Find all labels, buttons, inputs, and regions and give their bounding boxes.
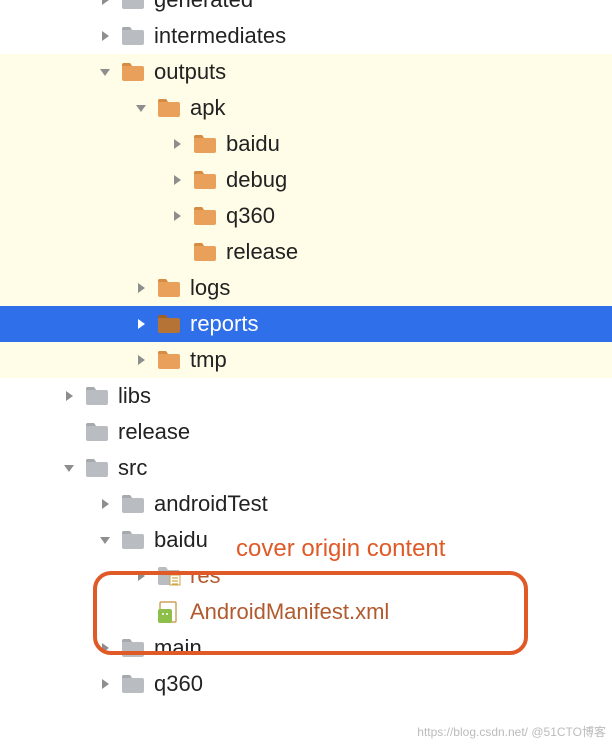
tree-item[interactable]: intermediates — [0, 18, 612, 54]
tree-item-label: reports — [190, 311, 258, 337]
tree-item[interactable]: androidTest — [0, 486, 612, 522]
chevron-right-icon[interactable] — [168, 135, 186, 153]
tree-item[interactable]: release — [0, 234, 612, 270]
folder-icon — [192, 241, 218, 263]
folder-icon — [192, 133, 218, 155]
tree-item-label: baidu — [226, 131, 280, 157]
chevron-right-icon[interactable] — [132, 279, 150, 297]
tree-item-label: libs — [118, 383, 151, 409]
tree-item[interactable]: q360 — [0, 198, 612, 234]
tree-item-label: res — [190, 563, 221, 589]
folder-icon — [120, 493, 146, 515]
tree-item[interactable]: res — [0, 558, 612, 594]
chevron-right-icon[interactable] — [60, 387, 78, 405]
folder-icon — [84, 457, 110, 479]
folder-icon — [192, 169, 218, 191]
chevron-down-icon[interactable] — [60, 459, 78, 477]
folder-icon — [120, 61, 146, 83]
tree-item-label: src — [118, 455, 147, 481]
tree-item-label: androidTest — [154, 491, 268, 517]
folder-icon — [84, 385, 110, 407]
chevron-right-icon[interactable] — [132, 567, 150, 585]
tree-item-label: release — [226, 239, 298, 265]
tree-item-label: intermediates — [154, 23, 286, 49]
watermark: https://blog.csdn.net/ @51CTO博客 — [417, 723, 606, 740]
chevron-right-icon[interactable] — [132, 315, 150, 333]
tree-item-label: q360 — [226, 203, 275, 229]
manifest-file-icon — [156, 601, 182, 623]
tree-item[interactable]: generated — [0, 0, 612, 18]
tree-item-label: baidu — [154, 527, 208, 553]
tree-item[interactable]: tmp — [0, 342, 612, 378]
folder-icon — [120, 25, 146, 47]
folder-icon — [156, 97, 182, 119]
tree-item[interactable]: reports — [0, 306, 612, 342]
tree-item-label: logs — [190, 275, 230, 301]
chevron-right-icon[interactable] — [96, 495, 114, 513]
tree-item[interactable]: src — [0, 450, 612, 486]
tree-item[interactable]: baidu — [0, 126, 612, 162]
tree-item[interactable]: AndroidManifest.xml — [0, 594, 612, 630]
tree-item-label: release — [118, 419, 190, 445]
chevron-down-icon[interactable] — [96, 531, 114, 549]
tree-item-label: main — [154, 635, 202, 661]
tree-item-label: debug — [226, 167, 287, 193]
tree-item[interactable]: libs — [0, 378, 612, 414]
folder-icon — [156, 277, 182, 299]
tree-item[interactable]: apk — [0, 90, 612, 126]
folder-icon — [120, 529, 146, 551]
tree-item-label: tmp — [190, 347, 227, 373]
file-tree: generated intermediates outputs apk baid… — [0, 0, 612, 702]
tree-item-label: q360 — [154, 671, 203, 697]
tree-item[interactable]: release — [0, 414, 612, 450]
chevron-right-icon[interactable] — [96, 639, 114, 657]
chevron-right-icon[interactable] — [96, 27, 114, 45]
res-folder-icon — [156, 565, 182, 587]
tree-item[interactable]: q360 — [0, 666, 612, 702]
folder-icon — [156, 313, 182, 335]
chevron-right-icon[interactable] — [96, 675, 114, 693]
chevron-down-icon[interactable] — [96, 63, 114, 81]
folder-icon — [120, 673, 146, 695]
folder-icon — [120, 637, 146, 659]
tree-item[interactable]: outputs — [0, 54, 612, 90]
chevron-right-icon[interactable] — [168, 171, 186, 189]
tree-item[interactable]: debug — [0, 162, 612, 198]
tree-item[interactable]: logs — [0, 270, 612, 306]
tree-item-label: generated — [154, 0, 253, 13]
chevron-down-icon[interactable] — [132, 99, 150, 117]
tree-item[interactable]: baidu — [0, 522, 612, 558]
chevron-right-icon[interactable] — [96, 0, 114, 9]
tree-item-label: apk — [190, 95, 225, 121]
folder-icon — [120, 0, 146, 11]
tree-item[interactable]: main — [0, 630, 612, 666]
folder-icon — [156, 349, 182, 371]
folder-icon — [84, 421, 110, 443]
folder-icon — [192, 205, 218, 227]
tree-item-label: outputs — [154, 59, 226, 85]
chevron-right-icon[interactable] — [168, 207, 186, 225]
chevron-right-icon[interactable] — [132, 351, 150, 369]
tree-item-label: AndroidManifest.xml — [190, 599, 389, 625]
